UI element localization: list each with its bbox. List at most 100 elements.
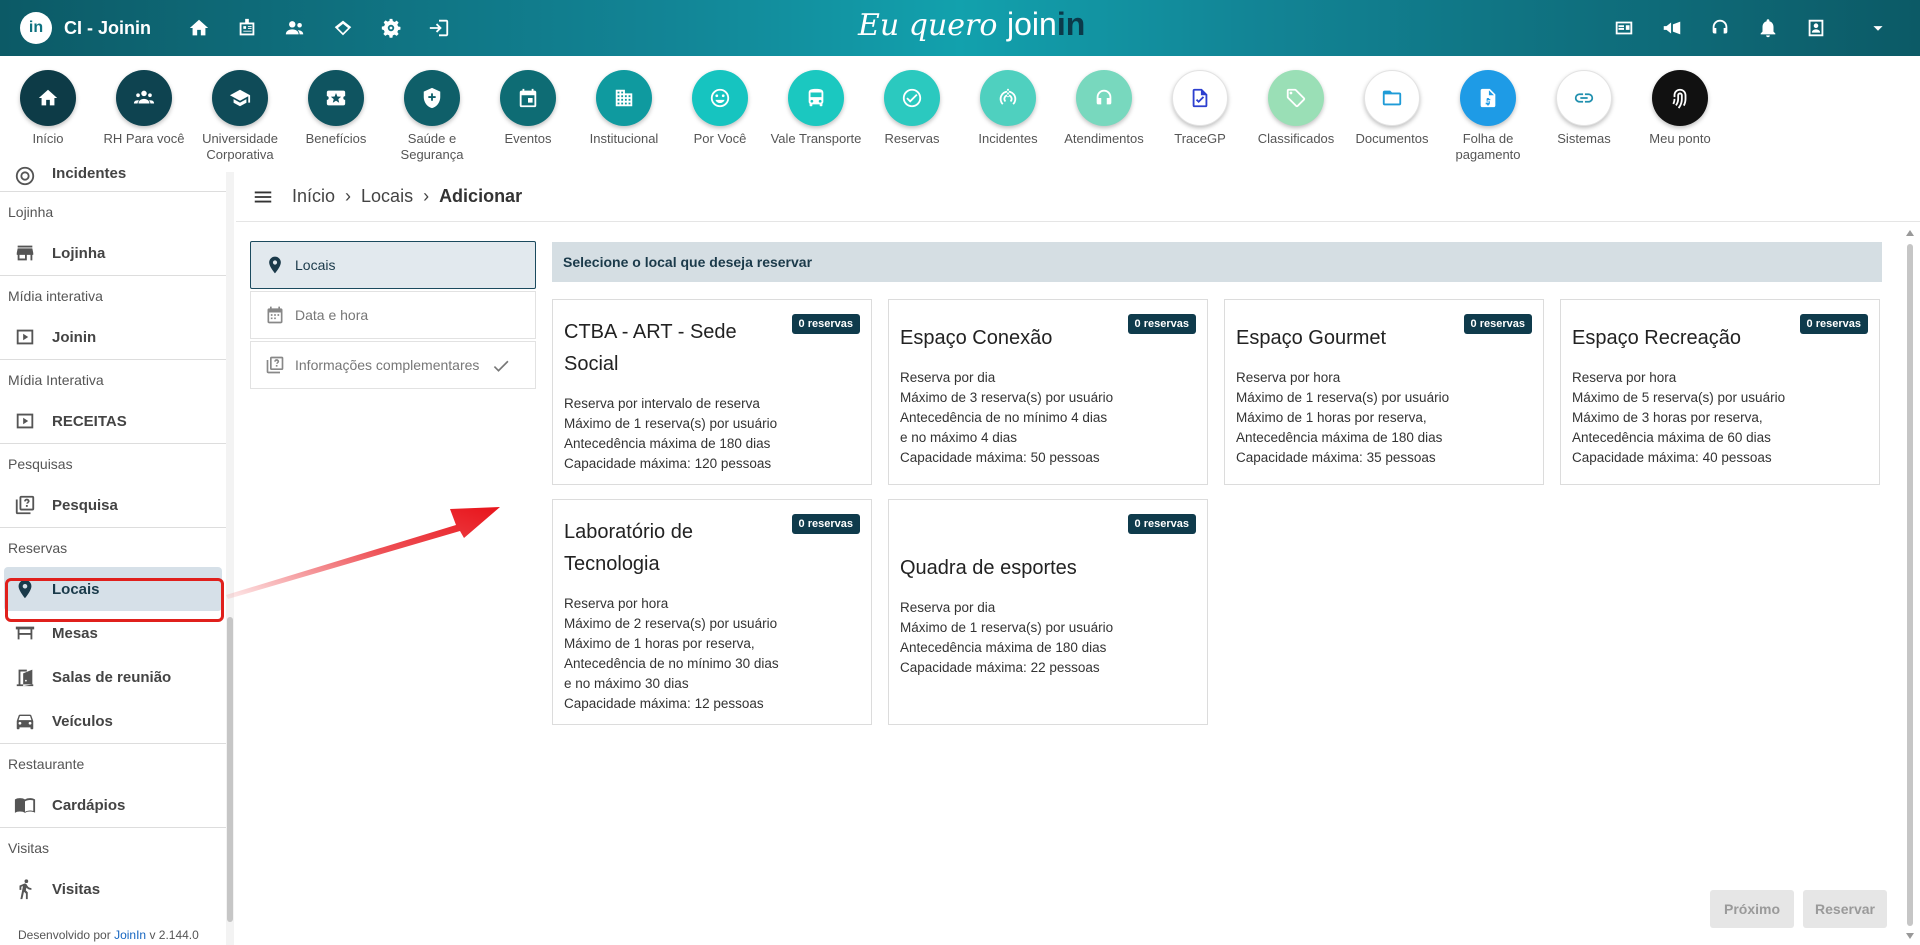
step-data-e-hora[interactable]: Data e hora [250, 291, 536, 339]
chevron-right-icon: › [423, 186, 430, 206]
sidebar-section-reservas: Reservas [0, 527, 226, 567]
visitor-icon [19, 879, 32, 900]
sidebar-section-visitas: Visitas [0, 827, 226, 867]
card-detail-line: Máximo de 1 reserva(s) por usuário [564, 416, 778, 431]
module-label: Sistemas [1557, 131, 1611, 146]
megaphone-icon[interactable] [1660, 16, 1684, 40]
module-atendimentos[interactable]: Atendimentos [1056, 56, 1152, 172]
card-detail-line: Reserva por hora [1236, 370, 1341, 385]
handshake-icon[interactable] [331, 16, 355, 40]
app-title: CI - Joinin [64, 17, 151, 38]
module-tracegp[interactable]: TraceGP [1152, 56, 1248, 172]
module-eventos[interactable]: Eventos [480, 56, 576, 172]
scroll-up-arrow-icon[interactable] [1906, 230, 1914, 236]
next-button[interactable]: Próximo [1710, 890, 1794, 928]
login-icon[interactable] [427, 16, 451, 40]
target-icon [15, 166, 35, 186]
headset-icon[interactable] [1708, 16, 1732, 40]
module-folha-de-pagamento[interactable]: Folha de pagamento [1440, 56, 1536, 172]
location-card-espaco-gourmet[interactable]: 0 reservas Espaço Gourmet Reserva por hora… [1224, 299, 1544, 485]
car-icon [16, 714, 34, 730]
module-saude-e-seguranca[interactable]: Saúde e Segurança [384, 56, 480, 172]
reservations-badge: 0 reservas [791, 314, 860, 334]
breadcrumb-item-locais[interactable]: Locais [361, 186, 413, 207]
module-vale-transporte[interactable]: Vale Transporte [768, 56, 864, 172]
sidebar-section-restaurante: Restaurante [0, 743, 226, 783]
scroll-down-arrow-icon[interactable] [1906, 933, 1914, 939]
main-scrollbar[interactable] [1905, 228, 1915, 945]
module-documentos[interactable]: Documentos [1344, 56, 1440, 172]
stepper: Locais Data e hora Informações complemen… [250, 241, 536, 391]
footer-link[interactable]: JoinIn [114, 928, 146, 942]
app-logo[interactable]: in [20, 12, 52, 44]
sidebar-section-midia-interativa: Mídia interativa [0, 275, 226, 315]
card-detail-line: Reserva por dia [900, 370, 996, 385]
module-rh-para-voce[interactable]: RH Para você [96, 56, 192, 172]
sidebar-item-label: RECEITAS [52, 412, 127, 430]
module-institucional[interactable]: Institucional [576, 56, 672, 172]
breadcrumb-item-inicio[interactable]: Início [292, 186, 335, 207]
reserve-button[interactable]: Reservar [1803, 890, 1887, 928]
sidebar-scroll-thumb[interactable] [227, 617, 233, 922]
module-beneficios[interactable]: Benefícios [288, 56, 384, 172]
card-detail-line: Máximo de 1 reserva(s) por usuário [900, 620, 1114, 635]
play-icon [16, 413, 34, 429]
gear-icon[interactable] [379, 16, 403, 40]
step-locais[interactable]: Locais [250, 241, 536, 289]
profile-icon[interactable] [1804, 16, 1828, 40]
link-icon [1556, 70, 1612, 126]
home-icon [20, 70, 76, 126]
card-detail-line: Máximo de 3 reserva(s) por usuário [900, 390, 1114, 405]
module-por-voce[interactable]: Por Você [672, 56, 768, 172]
main-scroll-thumb[interactable] [1907, 244, 1913, 926]
card-detail-line: Antecedência de no mínimo 30 dias [564, 656, 779, 671]
module-label: Saúde e Segurança [400, 131, 464, 162]
sidebar-item-label: Salas de reunião [52, 668, 172, 686]
step-informacoes-complementares[interactable]: Informações complementares [250, 341, 536, 389]
home-icon[interactable] [187, 16, 211, 40]
bell-icon[interactable] [1756, 16, 1780, 40]
sidebar-item-cardapios[interactable]: Cardápios [0, 783, 226, 827]
sidebar-item-visitas[interactable]: Visitas [0, 867, 226, 911]
sidebar-item-label: Lojinha [52, 244, 106, 262]
card-detail-line: e no máximo 30 dias [564, 676, 689, 691]
sidebar-item-lojinha[interactable]: Lojinha [0, 231, 226, 275]
location-card-espaco-conexao[interactable]: 0 reservas Espaço Conexão Reserva por dia M… [888, 299, 1208, 485]
hamburger-menu-icon[interactable] [252, 186, 274, 208]
sidebar-item-joinin[interactable]: Joinin [0, 315, 226, 359]
footer-version: v 2.144.0 [149, 928, 199, 942]
play-icon [16, 329, 34, 345]
module-inicio[interactable]: Início [0, 56, 96, 172]
reservations-badge: 0 reservas [1463, 314, 1532, 334]
location-card-laboratorio-de-tecnologia[interactable]: 0 reservas Laboratório de Tecnologia Reser… [552, 499, 872, 725]
badge-icon[interactable] [235, 16, 259, 40]
location-card-quadra-de-esportes[interactable]: 0 reservas Quadra de esportes Reserva por … [888, 499, 1208, 725]
module-meu-ponto[interactable]: Meu ponto [1632, 56, 1728, 172]
module-incidentes[interactable]: Incidentes [960, 56, 1056, 172]
location-card-espaco-recreacao[interactable]: 0 reservas Espaço Recreação Reserva por ho… [1560, 299, 1880, 485]
module-classificados[interactable]: Classificados [1248, 56, 1344, 172]
card-icon[interactable] [1612, 16, 1636, 40]
annotation-arrow [226, 507, 500, 599]
sidebar-item-incidentes[interactable]: Incidentes [0, 165, 226, 191]
sidebar-item-veiculos[interactable]: Veículos [0, 699, 226, 743]
menu-book-icon [14, 798, 36, 813]
reservations-badge: 0 reservas [1127, 314, 1196, 334]
calendar-icon [500, 70, 556, 126]
module-reservas[interactable]: Reservas [864, 56, 960, 172]
module-universidade-corporativa[interactable]: Universidade Corporativa [192, 56, 288, 172]
module-sistemas[interactable]: Sistemas [1536, 56, 1632, 172]
sidebar-item-pesquisa[interactable]: Pesquisa [0, 483, 226, 527]
users-icon[interactable] [283, 16, 307, 40]
module-label: Início [32, 131, 64, 146]
caret-down-icon[interactable] [1866, 16, 1890, 40]
support-icon [1076, 70, 1132, 126]
location-card-ctba-art-sede-social[interactable]: 0 reservas CTBA - ART - Sede Social Reserv… [552, 299, 872, 485]
tag-icon [1268, 70, 1324, 126]
card-detail-line: Antecedência de no mínimo 4 dias [900, 410, 1108, 425]
brand-text-2: join [1007, 6, 1057, 42]
sidebar-item-receitas[interactable]: RECEITAS [0, 399, 226, 443]
module-label: Vale Transporte [770, 131, 862, 146]
sidebar-item-salas-de-reuniao[interactable]: Salas de reunião [0, 655, 226, 699]
survey-icon [266, 356, 284, 374]
